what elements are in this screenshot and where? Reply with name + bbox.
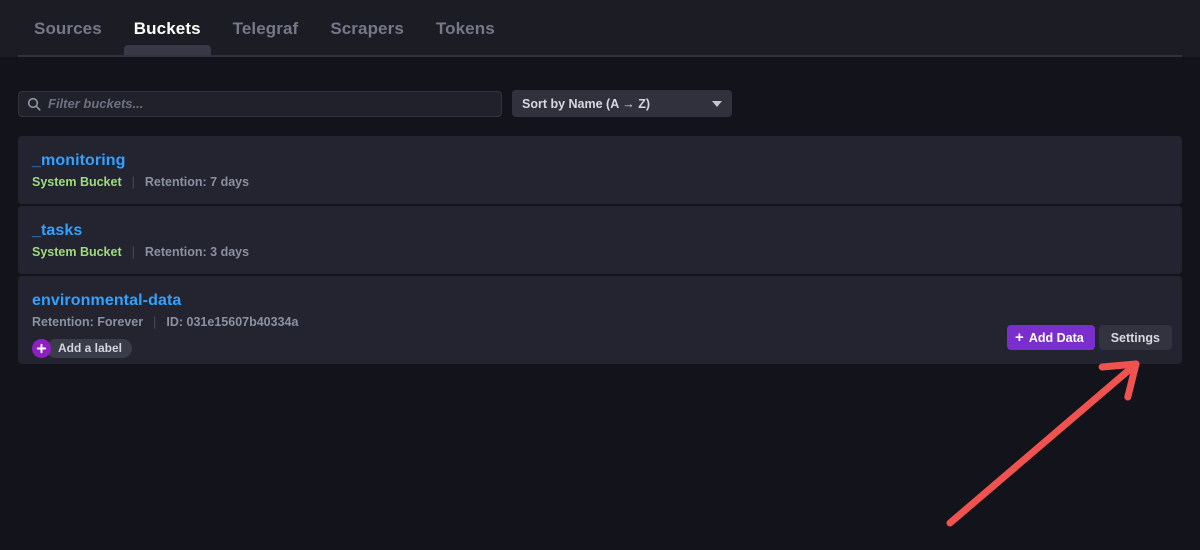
meta-separator: | <box>153 315 157 329</box>
tab-sources[interactable]: Sources <box>18 0 118 57</box>
filter-toolbar: Sort by Name (A → Z) <box>0 57 1200 117</box>
bucket-card-monitoring[interactable]: _monitoring System Bucket | Retention: 7… <box>18 136 1182 204</box>
tab-telegraf-label: Telegraf <box>232 18 299 38</box>
tab-tokens[interactable]: Tokens <box>420 0 511 57</box>
settings-label: Settings <box>1110 330 1160 345</box>
retention-text: Retention: 7 days <box>144 175 250 189</box>
nav-tab-list: Sources Buckets Telegraf Scrapers Tokens <box>0 0 1200 57</box>
card-actions: + Add Data Settings <box>1007 325 1172 350</box>
add-label-button[interactable]: Add a label <box>32 338 133 358</box>
search-icon <box>27 97 41 111</box>
bucket-meta: System Bucket | Retention: 7 days <box>32 176 1168 189</box>
bucket-meta: System Bucket | Retention: 3 days <box>32 246 1168 259</box>
plus-circle-icon <box>32 338 51 358</box>
retention-text: Retention: Forever <box>32 315 144 329</box>
sort-dropdown[interactable]: Sort by Name (A → Z) <box>512 90 732 117</box>
system-bucket-badge: System Bucket <box>32 175 122 189</box>
add-label-pill-text: Add a label <box>46 338 133 358</box>
bucket-name-link[interactable]: _tasks <box>32 222 82 240</box>
bucket-name-link[interactable]: environmental-data <box>32 292 181 310</box>
search-box[interactable] <box>18 90 502 117</box>
meta-separator: | <box>131 175 135 189</box>
bucket-list: _monitoring System Bucket | Retention: 7… <box>18 136 1182 364</box>
tab-scrapers-label: Scrapers <box>330 18 404 38</box>
settings-button[interactable]: Settings <box>1098 325 1172 350</box>
plus-icon: + <box>1015 328 1024 346</box>
sort-dropdown-label: Sort by Name (A → Z) <box>522 96 651 111</box>
nav-divider <box>18 55 1182 57</box>
bucket-id-text: ID: 031e15607b40334a <box>166 315 299 329</box>
tab-buckets[interactable]: Buckets <box>118 0 217 57</box>
add-data-button[interactable]: + Add Data <box>1007 325 1095 350</box>
bucket-card-tasks[interactable]: _tasks System Bucket | Retention: 3 days <box>18 206 1182 274</box>
tab-sources-label: Sources <box>34 18 102 38</box>
meta-separator: | <box>131 245 135 259</box>
search-input[interactable] <box>48 91 501 116</box>
label-row: Add a label <box>32 338 1168 358</box>
chevron-down-icon <box>712 100 722 107</box>
bucket-meta: Retention: Forever | ID: 031e15607b40334… <box>32 316 1168 329</box>
tab-tokens-label: Tokens <box>435 18 495 38</box>
retention-text: Retention: 3 days <box>144 245 250 259</box>
top-nav-bar: Sources Buckets Telegraf Scrapers Tokens <box>0 0 1200 57</box>
tab-scrapers[interactable]: Scrapers <box>314 0 420 57</box>
bucket-name-link[interactable]: _monitoring <box>32 152 126 170</box>
add-data-label: Add Data <box>1028 330 1084 345</box>
bucket-card-environmental-data[interactable]: environmental-data Retention: Forever | … <box>18 276 1182 364</box>
tab-buckets-label: Buckets <box>133 18 201 38</box>
tab-telegraf[interactable]: Telegraf <box>217 0 315 57</box>
system-bucket-badge: System Bucket <box>32 245 122 259</box>
